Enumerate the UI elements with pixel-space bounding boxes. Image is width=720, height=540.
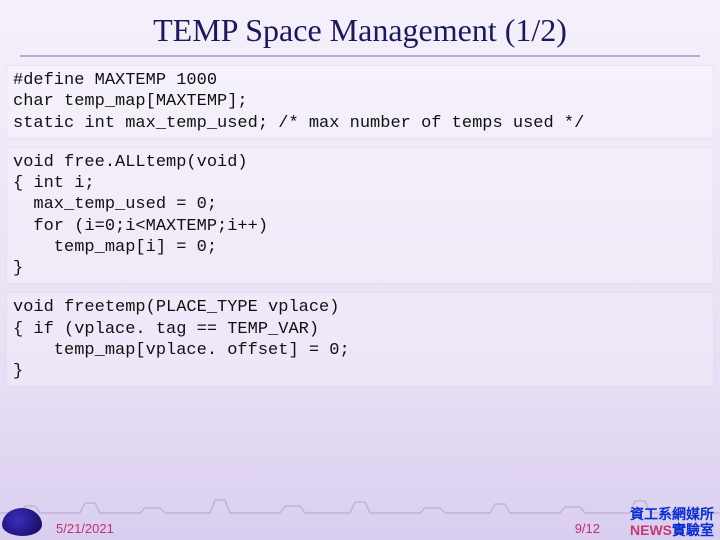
footer-date: 5/21/2021 [56,521,114,536]
footer-lab-news: NEWS [630,522,672,538]
footer-skyline-decoration [0,488,720,518]
footer-lab-line1: 資工系網媒所 [630,506,714,522]
code-block-1: #define MAXTEMP 1000 char temp_map[MAXTE… [6,65,714,139]
footer-logo-icon [2,508,42,536]
code-block-2: void free.ALLtemp(void) { int i; max_tem… [6,147,714,285]
footer-lab-line2: NEWS實驗室 [630,522,714,538]
slide-title: TEMP Space Management (1/2) [20,0,700,57]
footer-lab-label: 資工系網媒所 NEWS實驗室 [630,506,714,538]
footer-bar: 5/21/2021 9/12 資工系網媒所 NEWS實驗室 [0,516,720,540]
footer-page-number: 9/12 [575,521,600,536]
code-block-3: void freetemp(PLACE_TYPE vplace) { if (v… [6,292,714,387]
footer-lab-rest: 實驗室 [672,522,714,538]
